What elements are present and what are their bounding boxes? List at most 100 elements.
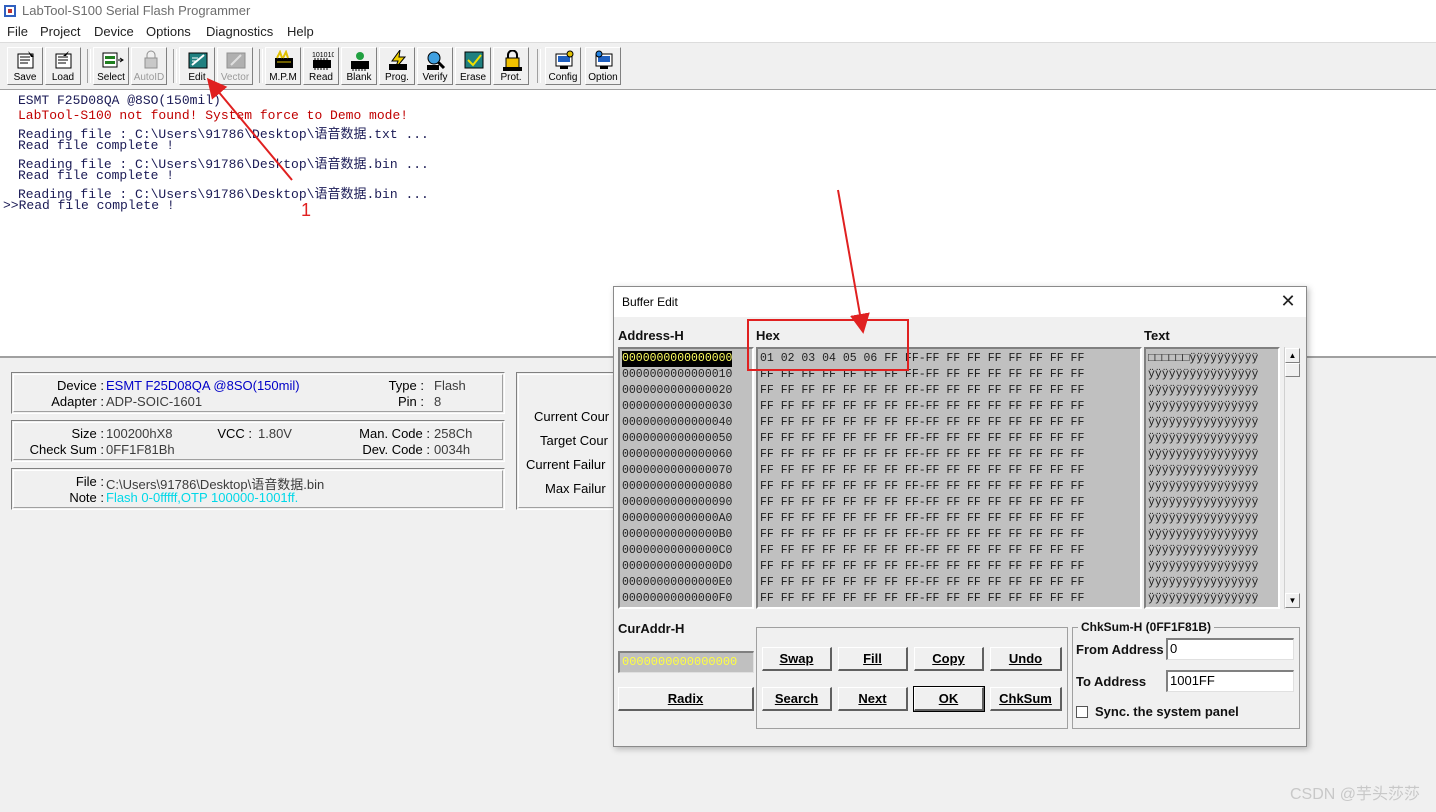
scroll-up-icon[interactable]: ▲	[1285, 348, 1300, 363]
address-row[interactable]: 00000000000000B0	[622, 527, 732, 543]
address-row[interactable]: 0000000000000000	[622, 351, 733, 367]
read-button[interactable]: 101010 Read	[303, 47, 339, 85]
edit-button[interactable]: Edit	[179, 47, 215, 85]
address-row[interactable]: 0000000000000050	[622, 431, 732, 447]
log-line: Read file complete !	[18, 168, 175, 183]
text-row[interactable]: □□□□□□ÿÿÿÿÿÿÿÿÿÿ	[1148, 351, 1258, 367]
address-row[interactable]: 0000000000000040	[622, 415, 732, 431]
fill-button[interactable]: Fill	[838, 647, 908, 671]
hex-row[interactable]: FF FF FF FF FF FF FF FF-FF FF FF FF FF F…	[760, 575, 1084, 591]
hex-row[interactable]: FF FF FF FF FF FF FF FF-FF FF FF FF FF F…	[760, 383, 1084, 399]
hex-row[interactable]: FF FF FF FF FF FF FF FF-FF FF FF FF FF F…	[760, 431, 1084, 447]
menu-bar: File Project Device Options Diagnostics …	[0, 22, 1436, 43]
address-row[interactable]: 0000000000000060	[622, 447, 732, 463]
text-row[interactable]: ÿÿÿÿÿÿÿÿÿÿÿÿÿÿÿÿ	[1148, 383, 1258, 399]
undo-button[interactable]: Undo	[990, 647, 1062, 671]
load-button[interactable]: Load	[45, 47, 81, 85]
close-icon[interactable]: ✕	[1278, 291, 1298, 312]
scroll-thumb[interactable]	[1285, 363, 1300, 377]
address-row[interactable]: 0000000000000090	[622, 495, 732, 511]
hex-row[interactable]: FF FF FF FF FF FF FF FF-FF FF FF FF FF F…	[760, 447, 1084, 463]
address-row[interactable]: 0000000000000030	[622, 399, 732, 415]
radix-button[interactable]: Radix	[618, 687, 754, 711]
hex-grid[interactable]: 01 02 03 04 05 06 FF FF-FF FF FF FF FF F…	[756, 347, 1142, 609]
hex-row[interactable]: FF FF FF FF FF FF FF FF-FF FF FF FF FF F…	[760, 495, 1084, 511]
config-button[interactable]: Config	[545, 47, 581, 85]
menu-file[interactable]: File	[7, 24, 28, 39]
prog-button[interactable]: Prog.	[379, 47, 415, 85]
hex-row[interactable]: FF FF FF FF FF FF FF FF-FF FF FF FF FF F…	[760, 479, 1084, 495]
text-column[interactable]: □□□□□□ÿÿÿÿÿÿÿÿÿÿ ÿÿÿÿÿÿÿÿÿÿÿÿÿÿÿÿ ÿÿÿÿÿÿÿÿ…	[1144, 347, 1280, 609]
option-button[interactable]: Option	[585, 47, 621, 85]
address-row[interactable]: 0000000000000080	[622, 479, 732, 495]
text-row[interactable]: ÿÿÿÿÿÿÿÿÿÿÿÿÿÿÿÿ	[1148, 591, 1258, 607]
scroll-down-icon[interactable]: ▼	[1285, 593, 1300, 608]
hex-row[interactable]: FF FF FF FF FF FF FF FF-FF FF FF FF FF F…	[760, 543, 1084, 559]
curaddr-field[interactable]: 0000000000000000	[618, 651, 754, 673]
verify-button[interactable]: Verify	[417, 47, 453, 85]
address-column[interactable]: 0000000000000000 0000000000000010 00000000…	[618, 347, 754, 609]
autoid-button[interactable]: AutoID	[131, 47, 167, 85]
text-row[interactable]: ÿÿÿÿÿÿÿÿÿÿÿÿÿÿÿÿ	[1148, 527, 1258, 543]
address-row[interactable]: 00000000000000D0	[622, 559, 732, 575]
menu-options[interactable]: Options	[146, 24, 191, 39]
text-row[interactable]: ÿÿÿÿÿÿÿÿÿÿÿÿÿÿÿÿ	[1148, 463, 1258, 479]
menu-help[interactable]: Help	[287, 24, 314, 39]
toolbar-separator	[537, 49, 541, 83]
checksum-group-title: ChkSum-H (0FF1F81B)	[1078, 620, 1215, 634]
mpm-button[interactable]: M.P.M	[265, 47, 301, 85]
from-address-field[interactable]: 0	[1166, 638, 1294, 660]
hex-row[interactable]: FF FF FF FF FF FF FF FF-FF FF FF FF FF F…	[760, 463, 1084, 479]
copy-button[interactable]: Copy	[914, 647, 984, 671]
type-label: Type :	[388, 378, 424, 393]
save-button[interactable]: Save	[7, 47, 43, 85]
text-row[interactable]: ÿÿÿÿÿÿÿÿÿÿÿÿÿÿÿÿ	[1148, 399, 1258, 415]
erase-button[interactable]: Erase	[455, 47, 491, 85]
menu-diagnostics[interactable]: Diagnostics	[206, 24, 273, 39]
hex-row[interactable]: FF FF FF FF FF FF FF FF-FF FF FF FF FF F…	[760, 399, 1084, 415]
address-row[interactable]: 00000000000000E0	[622, 575, 732, 591]
text-row[interactable]: ÿÿÿÿÿÿÿÿÿÿÿÿÿÿÿÿ	[1148, 575, 1258, 591]
address-row[interactable]: 00000000000000A0	[622, 511, 732, 527]
hex-row[interactable]: FF FF FF FF FF FF FF FF-FF FF FF FF FF F…	[760, 367, 1084, 383]
current-count-label: Current Cour	[534, 409, 610, 424]
swap-button[interactable]: Swap	[762, 647, 832, 671]
vector-button[interactable]: Vector	[217, 47, 253, 85]
select-button[interactable]: Select	[93, 47, 129, 85]
hex-row[interactable]: FF FF FF FF FF FF FF FF-FF FF FF FF FF F…	[760, 511, 1084, 527]
prog-icon	[389, 50, 407, 70]
address-row[interactable]: 0000000000000020	[622, 383, 732, 399]
hex-row[interactable]: FF FF FF FF FF FF FF FF-FF FF FF FF FF F…	[760, 591, 1084, 607]
text-row[interactable]: ÿÿÿÿÿÿÿÿÿÿÿÿÿÿÿÿ	[1148, 511, 1258, 527]
address-row[interactable]: 0000000000000010	[622, 367, 732, 383]
menu-project[interactable]: Project	[40, 24, 80, 39]
text-row[interactable]: ÿÿÿÿÿÿÿÿÿÿÿÿÿÿÿÿ	[1148, 447, 1258, 463]
chksum-button[interactable]: ChkSum	[990, 687, 1062, 711]
address-row[interactable]: 00000000000000F0	[622, 591, 732, 607]
address-row[interactable]: 0000000000000070	[622, 463, 732, 479]
sync-checkbox[interactable]	[1076, 706, 1088, 718]
watermark: CSDN @芋头莎莎	[1289, 786, 1420, 803]
text-header: Text	[1144, 328, 1170, 343]
prot-button[interactable]: Prot.	[493, 47, 529, 85]
text-row[interactable]: ÿÿÿÿÿÿÿÿÿÿÿÿÿÿÿÿ	[1148, 479, 1258, 495]
blank-button[interactable]: Blank	[341, 47, 377, 85]
hex-row[interactable]: FF FF FF FF FF FF FF FF-FF FF FF FF FF F…	[760, 559, 1084, 575]
text-row[interactable]: ÿÿÿÿÿÿÿÿÿÿÿÿÿÿÿÿ	[1148, 367, 1258, 383]
to-address-field[interactable]: 1001FF	[1166, 670, 1294, 692]
vertical-scrollbar[interactable]: ▲ ▼	[1284, 347, 1301, 609]
ok-button[interactable]: OK	[913, 686, 985, 712]
hex-row[interactable]: FF FF FF FF FF FF FF FF-FF FF FF FF FF F…	[760, 527, 1084, 543]
hex-row[interactable]: FF FF FF FF FF FF FF FF-FF FF FF FF FF F…	[760, 415, 1084, 431]
text-row[interactable]: ÿÿÿÿÿÿÿÿÿÿÿÿÿÿÿÿ	[1148, 495, 1258, 511]
text-row[interactable]: ÿÿÿÿÿÿÿÿÿÿÿÿÿÿÿÿ	[1148, 543, 1258, 559]
text-row[interactable]: ÿÿÿÿÿÿÿÿÿÿÿÿÿÿÿÿ	[1148, 415, 1258, 431]
text-row[interactable]: ÿÿÿÿÿÿÿÿÿÿÿÿÿÿÿÿ	[1148, 559, 1258, 575]
search-button[interactable]: Search	[762, 687, 832, 711]
next-button[interactable]: Next	[838, 687, 908, 711]
save-icon	[17, 51, 34, 69]
menu-device[interactable]: Device	[94, 24, 134, 39]
address-row[interactable]: 00000000000000C0	[622, 543, 732, 559]
text-row[interactable]: ÿÿÿÿÿÿÿÿÿÿÿÿÿÿÿÿ	[1148, 431, 1258, 447]
hex-row[interactable]: 01 02 03 04 05 06 FF FF-FF FF FF FF FF F…	[760, 351, 1084, 367]
